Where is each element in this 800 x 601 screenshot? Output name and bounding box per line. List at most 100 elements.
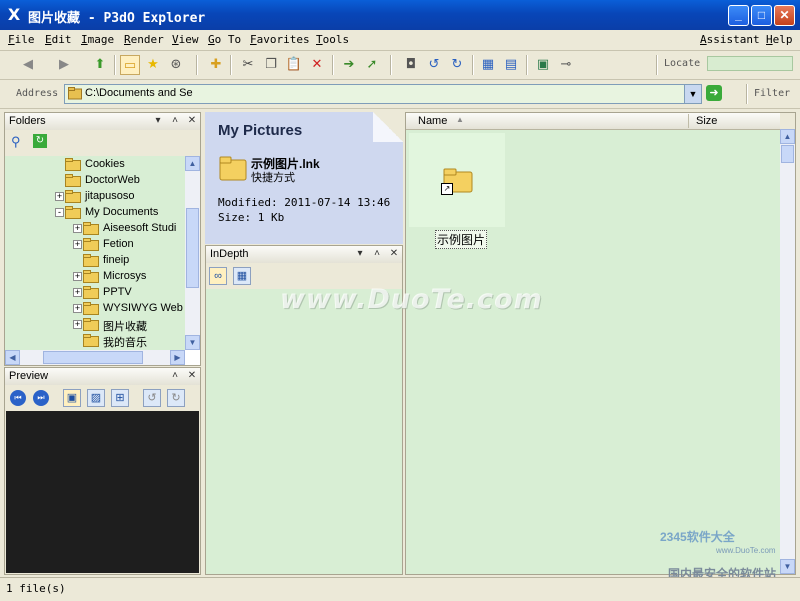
tree-vertical-scrollbar[interactable]: ▲ ▼: [185, 156, 200, 350]
list-vertical-scrollbar[interactable]: ▲ ▼: [780, 129, 795, 574]
panel-collapse-icon[interactable]: ˄: [371, 248, 383, 260]
indepth-panel-header: InDepth ▾ ˄ ✕: [206, 246, 402, 264]
camera-icon[interactable]: ◘: [401, 55, 421, 75]
rotate-left-icon[interactable]: ↺: [424, 55, 444, 75]
folder-icon: [83, 222, 99, 235]
address-dropdown-button[interactable]: ▼: [684, 85, 701, 103]
menu-go-to[interactable]: Go To: [208, 33, 241, 46]
scroll-down-icon[interactable]: ▼: [780, 559, 795, 574]
filter-label[interactable]: Filter: [754, 88, 790, 99]
forward-icon[interactable]: ▶: [54, 55, 74, 75]
expand-icon[interactable]: +: [73, 320, 82, 329]
menu-image[interactable]: Image: [81, 33, 114, 46]
scroll-up-icon[interactable]: ▲: [185, 156, 200, 171]
menu-favorites[interactable]: Favorites: [250, 33, 310, 46]
locate-label: Locate: [664, 58, 701, 69]
scroll-thumb[interactable]: [781, 145, 794, 163]
thumbnails-view-icon[interactable]: ▦: [478, 55, 498, 75]
back-icon[interactable]: ◀: [18, 55, 38, 75]
column-header-name[interactable]: Name: [418, 115, 447, 127]
folders-toggle-icon[interactable]: ▭: [120, 55, 140, 75]
column-divider[interactable]: [688, 114, 689, 128]
tree-item-label: jitapusoso: [85, 190, 135, 202]
search-icon[interactable]: ⚲: [11, 134, 21, 150]
up-folder-icon[interactable]: ⬆: [90, 55, 110, 75]
menu-assistant[interactable]: Assistant: [700, 33, 760, 46]
scroll-thumb[interactable]: [43, 351, 143, 364]
rotate-right-icon[interactable]: ↻: [167, 389, 185, 407]
status-bar: 1 file(s): [0, 577, 800, 601]
pin-icon[interactable]: ⊸: [556, 55, 576, 75]
tree-item-label: 我的音乐: [103, 337, 147, 349]
scroll-up-icon[interactable]: ▲: [780, 129, 795, 144]
folder-icon: [65, 206, 81, 219]
maximize-button[interactable]: □: [751, 5, 772, 26]
thumbnail-label[interactable]: 示例图片: [435, 230, 488, 249]
scroll-down-icon[interactable]: ▼: [185, 335, 200, 350]
address-input[interactable]: C:\Documents and Se ▼: [64, 84, 702, 104]
rotate-left-icon[interactable]: ↺: [143, 389, 161, 407]
expand-icon[interactable]: +: [73, 288, 82, 297]
panel-collapse-icon[interactable]: ˄: [169, 370, 181, 382]
close-button[interactable]: ✕: [774, 5, 795, 26]
toolbar-separator: [332, 55, 334, 75]
glasses-icon[interactable]: ∞: [209, 267, 227, 285]
fit-window-icon[interactable]: ▣: [63, 389, 81, 407]
expand-icon[interactable]: +: [73, 304, 82, 313]
tree-horizontal-scrollbar[interactable]: ◀ ▶: [5, 350, 185, 365]
copy-icon[interactable]: ❐: [261, 55, 281, 75]
favorites-star-icon[interactable]: ★: [143, 55, 163, 75]
title-bar[interactable]: X 图片收藏 - P3dO Explorer _ □ ✕: [0, 0, 800, 30]
folder-icon: [83, 254, 99, 267]
panel-menu-icon[interactable]: ▾: [354, 248, 366, 260]
scroll-thumb[interactable]: [186, 208, 199, 288]
minimize-button[interactable]: _: [728, 5, 749, 26]
panel-menu-icon[interactable]: ▾: [152, 115, 164, 127]
thumbnail-item[interactable]: ↗ 示例图片: [409, 133, 507, 249]
panel-close-icon[interactable]: ✕: [388, 248, 400, 260]
menu-file[interactable]: File: [8, 33, 35, 46]
search-binoculars-icon[interactable]: ⊛: [166, 55, 186, 75]
cut-icon[interactable]: ✂: [238, 55, 258, 75]
copy-to-icon[interactable]: ➚: [362, 55, 382, 75]
actual-size-icon[interactable]: ▨: [87, 389, 105, 407]
expand-icon[interactable]: +: [73, 240, 82, 249]
menu-edit[interactable]: Edit: [45, 33, 72, 46]
expand-icon[interactable]: +: [73, 224, 82, 233]
details-view-icon[interactable]: ▤: [501, 55, 521, 75]
zoom-fit-icon[interactable]: ⊞: [111, 389, 129, 407]
scroll-right-icon[interactable]: ▶: [170, 350, 185, 365]
delete-icon[interactable]: ✕: [307, 55, 327, 75]
panel-close-icon[interactable]: ✕: [186, 370, 198, 382]
toolbar-separator: [656, 55, 658, 75]
grid-view-icon[interactable]: ▦: [233, 267, 251, 285]
paste-icon[interactable]: 📋: [284, 55, 304, 75]
toolbar-separator: [196, 55, 198, 75]
previous-icon[interactable]: ⏮: [10, 390, 26, 406]
refresh-icon[interactable]: ↻: [33, 134, 47, 148]
locate-input[interactable]: [707, 56, 793, 71]
rotate-right-icon[interactable]: ↻: [447, 55, 467, 75]
info-modified: Modified: 2011-07-14 13:46: [218, 196, 391, 209]
menu-tools[interactable]: Tools: [316, 33, 349, 46]
panel-collapse-icon[interactable]: ˄: [169, 115, 181, 127]
expand-icon[interactable]: +: [55, 192, 64, 201]
new-folder-icon[interactable]: ✚: [206, 55, 226, 75]
menu-view[interactable]: View: [172, 33, 199, 46]
next-icon[interactable]: ⏭: [33, 390, 49, 406]
slideshow-icon[interactable]: ▣: [533, 55, 553, 75]
scroll-left-icon[interactable]: ◀: [5, 350, 20, 365]
collapse-icon[interactable]: -: [55, 208, 64, 217]
corner-logo: 2345软件大全: [660, 530, 735, 544]
tree-item-label: My Documents: [85, 206, 159, 218]
expand-icon[interactable]: +: [73, 272, 82, 281]
panel-close-icon[interactable]: ✕: [186, 115, 198, 127]
menu-help[interactable]: Help: [766, 33, 793, 46]
thumbnail-frame[interactable]: ↗: [409, 133, 505, 227]
move-to-icon[interactable]: ➔: [339, 55, 359, 75]
tree-item-label: Aiseesoft Studi: [103, 222, 177, 234]
column-header-size[interactable]: Size: [696, 115, 717, 127]
go-arrow-icon[interactable]: ➜: [706, 85, 722, 101]
app-icon[interactable]: X: [5, 6, 23, 24]
menu-render[interactable]: Render: [124, 33, 164, 46]
